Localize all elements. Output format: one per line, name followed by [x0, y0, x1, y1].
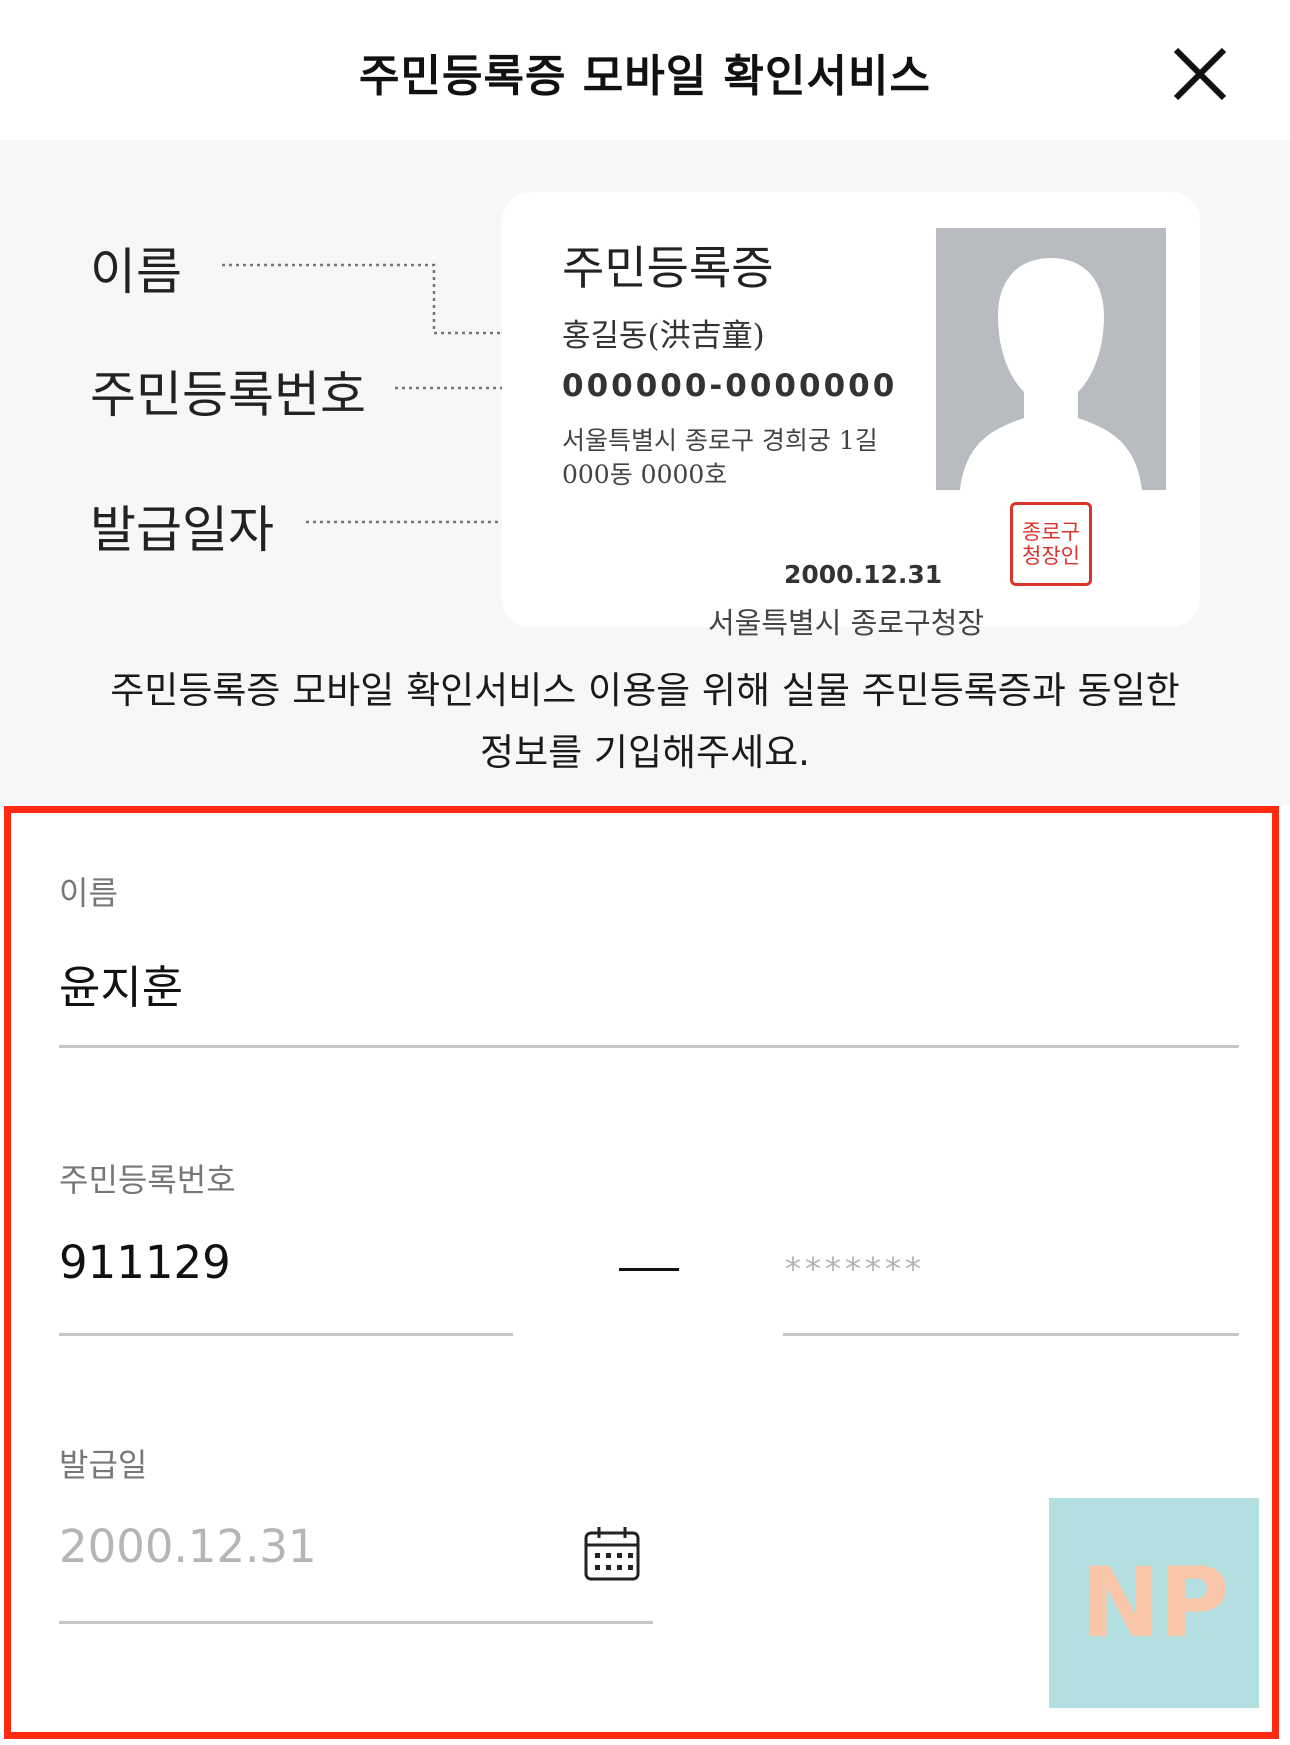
guide-label-name: 이름 — [90, 243, 182, 301]
person-silhouette-icon — [960, 258, 1142, 490]
guide-description: 주민등록증 모바일 확인서비스 이용을 위해 실물 주민등록증과 동일한 정보를… — [110, 669, 1180, 774]
card-title: 주민등록증 — [562, 241, 774, 295]
card-issuer: 서울특별시 종로구청장 — [708, 606, 985, 640]
issue-date-field-label: 발급일 — [59, 1446, 148, 1484]
rrn-front-input[interactable]: 911129 — [59, 1236, 231, 1289]
sample-id-card: 주민등록증 홍길동(洪吉童) 000000-0000000 서울특별시 종로구 … — [502, 192, 1200, 640]
issue-date-underline — [59, 1621, 653, 1624]
calendar-icon — [584, 1527, 640, 1581]
rrn-separator — [619, 1268, 679, 1271]
card-address-line1: 서울특별시 종로구 경희궁 1길 — [562, 426, 878, 455]
rrn-front-underline — [59, 1333, 513, 1336]
card-issue-date: 2000.12.31 — [784, 560, 943, 589]
guide-label-rrn: 주민등록번호 — [90, 366, 366, 424]
rrn-back-underline — [783, 1333, 1239, 1336]
card-address-line2: 000동 0000호 — [562, 460, 728, 489]
rrn-back-input[interactable]: ******* — [785, 1250, 925, 1288]
rrn-field-label: 주민등록번호 — [59, 1161, 236, 1199]
page-title: 주민등록증 모바일 확인서비스 — [359, 51, 931, 102]
guide-label-issue-date: 발급일자 — [90, 501, 274, 559]
official-seal: 종로구 청장인 — [1010, 502, 1092, 586]
close-button[interactable] — [1160, 34, 1240, 114]
name-input[interactable]: 윤지훈 — [59, 951, 183, 1016]
id-card-guide: 이름 주민등록번호 발급일자 주민등록증 홍길동(洪吉童) 000000-000… — [0, 140, 1290, 805]
name-input-underline — [59, 1045, 1239, 1048]
close-icon — [1173, 47, 1227, 101]
calendar-button[interactable] — [582, 1525, 642, 1587]
header: 주민등록증 모바일 확인서비스 — [0, 0, 1290, 140]
issue-date-input[interactable]: 2000.12.31 — [59, 1520, 317, 1573]
card-number: 000000-0000000 — [562, 368, 898, 404]
name-field-label: 이름 — [59, 874, 118, 912]
watermark-logo: NP — [1049, 1498, 1259, 1708]
card-photo — [936, 228, 1166, 490]
card-name: 홍길동(洪吉童) — [562, 318, 765, 354]
card-address: 서울특별시 종로구 경희궁 1길 000동 0000호 — [562, 424, 922, 492]
